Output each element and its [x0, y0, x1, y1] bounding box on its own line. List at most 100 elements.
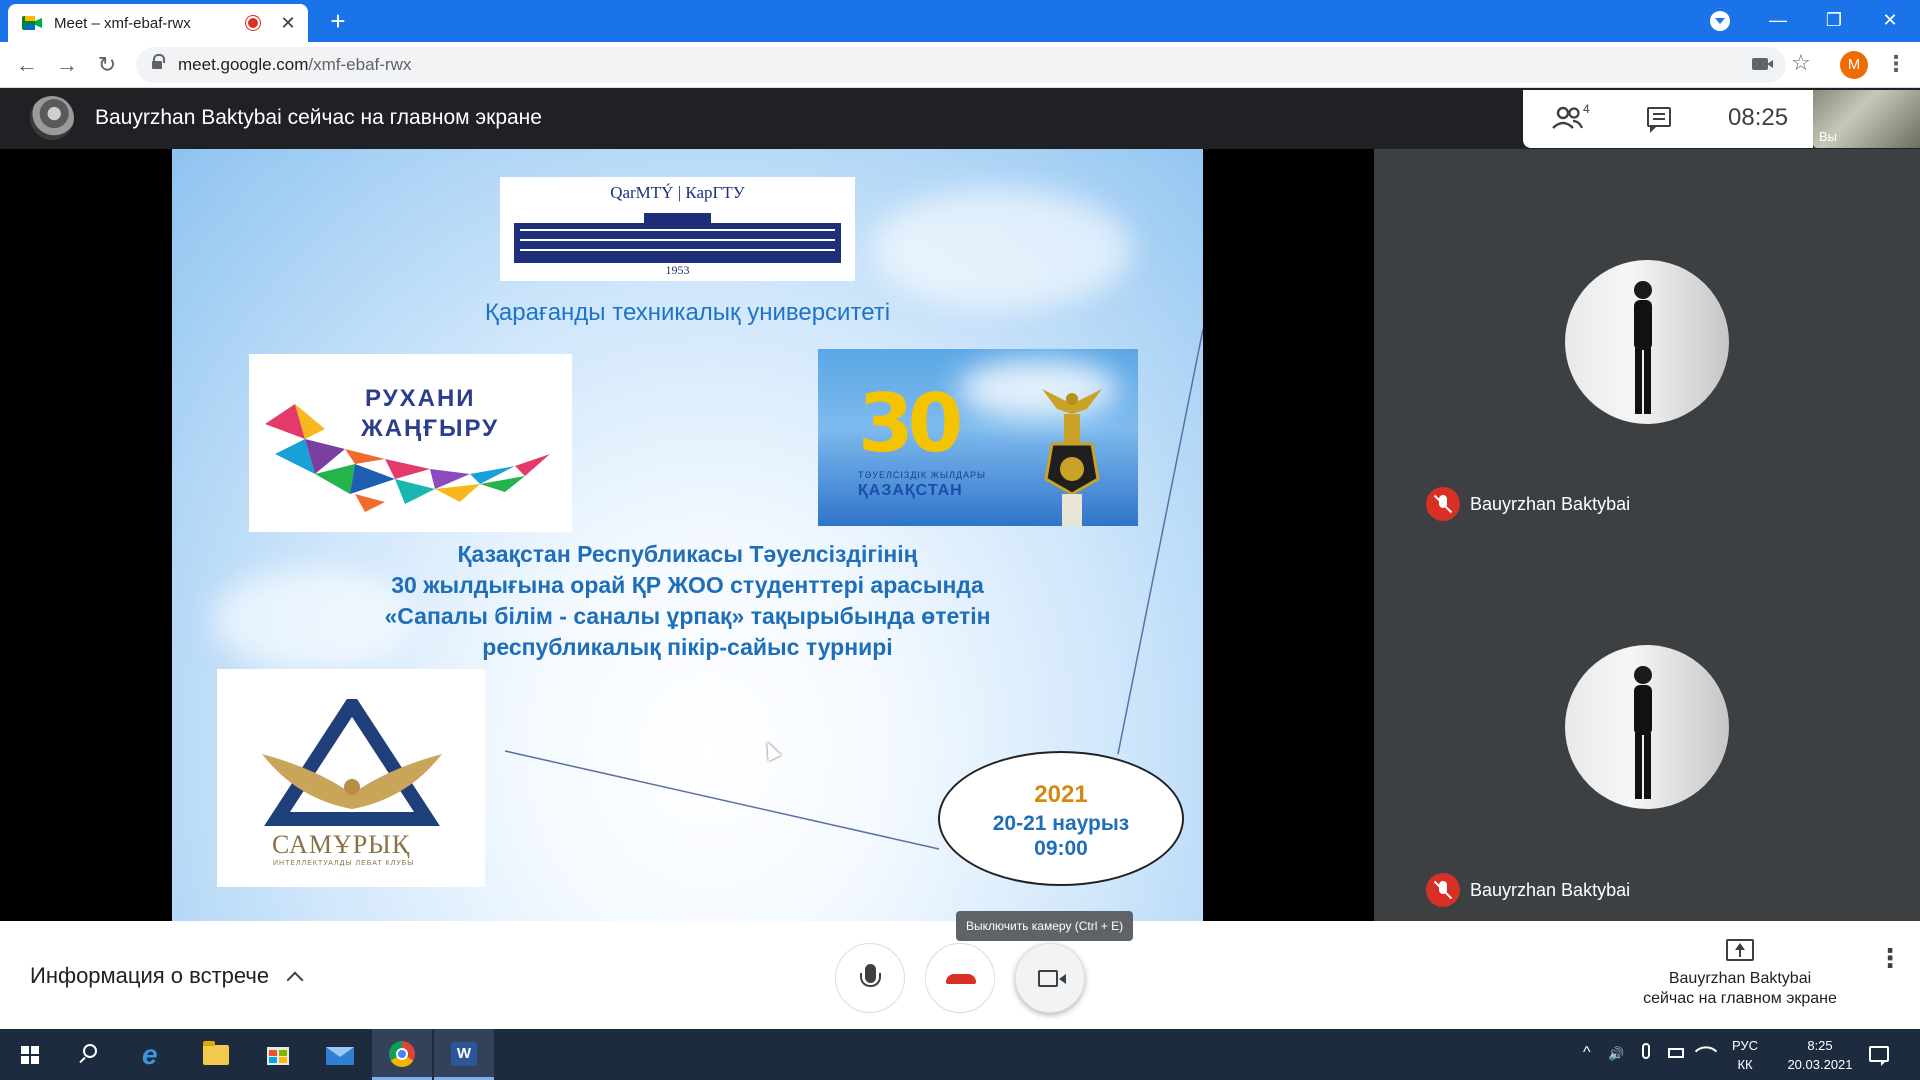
participant-tile[interactable]: Bauyrzhan Baktybai	[1374, 149, 1920, 535]
main-stage: QarMTÝ | КарГТУ 1953 Қарағанды техникалы…	[0, 149, 1374, 921]
taskbar-date: 20.03.2021	[1787, 1057, 1853, 1072]
microphone-button[interactable]	[835, 943, 905, 1013]
folder-icon	[203, 1041, 229, 1065]
rukhani-line-1: РУХАНИ	[365, 385, 476, 412]
bookmark-star-icon[interactable]: ☆	[1791, 50, 1811, 76]
meet-header: Bauyrzhan Baktybai сейчас на главном экр…	[0, 88, 1920, 149]
mic-off-icon	[1426, 487, 1460, 521]
restore-button[interactable]: ❐	[1806, 0, 1862, 42]
taskbar-clock[interactable]: 8:25 20.03.2021	[1775, 1036, 1865, 1074]
present-screen-icon	[1726, 939, 1754, 961]
taskbar-mail[interactable]	[310, 1029, 370, 1080]
event-line-3: «Сапалы білім - саналы ұрпақ» тақырыбынд…	[384, 603, 991, 629]
participant-name-row: Bauyrzhan Baktybai	[1426, 873, 1630, 907]
language-line-2: КК	[1737, 1057, 1753, 1072]
window-close-button[interactable]: ✕	[1862, 0, 1918, 42]
present-line-2: сейчас на главном экране	[1643, 990, 1837, 1007]
back-icon[interactable]: ←	[12, 50, 42, 80]
participant-name: Bauyrzhan Baktybai	[1470, 879, 1631, 900]
search-icon	[83, 1044, 97, 1058]
word-icon: W	[451, 1042, 477, 1066]
forward-icon[interactable]: →	[52, 50, 82, 80]
taskbar-file-explorer[interactable]	[186, 1029, 246, 1080]
store-bag-icon	[267, 1047, 289, 1065]
thirty-subtitle-1: ТӘУЕЛСІЗДІК ЖЫЛДАРЫ	[858, 470, 986, 480]
address-bar[interactable]: meet.google.com /xmf-ebaf-rwx	[136, 47, 1786, 83]
camera-permission-icon[interactable]	[1752, 58, 1773, 70]
header-controls: 4 08:25	[1523, 90, 1813, 148]
samuryk-club-logo: САМҰРЫҚ ИНТЕЛЛЕКТУАЛДЫ ЛЕБАТ КЛУБЫ	[217, 669, 485, 887]
close-tab-icon[interactable]: ✕	[278, 13, 298, 34]
presenter-avatar	[30, 96, 74, 140]
hang-up-icon	[946, 974, 976, 984]
university-logo-year: 1953	[665, 263, 690, 277]
rukhani-zhangyru-logo: РУХАНИ ЖАҢҒЫРУ	[249, 354, 572, 532]
notification-center-icon[interactable]	[1869, 1046, 1889, 1066]
mic-off-icon	[1426, 873, 1460, 907]
presenter-title: Bauyrzhan Baktybai сейчас на главном экр…	[95, 106, 542, 129]
participant-avatar	[1565, 260, 1729, 424]
taskbar-chrome[interactable]	[372, 1029, 432, 1080]
university-logo-text: QarMTÝ | КарГТУ	[610, 183, 745, 202]
language-line-1: РУС	[1732, 1038, 1759, 1053]
wifi-icon[interactable]	[1694, 1039, 1718, 1063]
self-view-label: Вы	[1819, 129, 1838, 144]
more-options-icon[interactable]: ⋮	[1877, 945, 1903, 971]
camera-button[interactable]	[1015, 943, 1085, 1013]
independence-30-logo: 30 ТӘУЕЛСІЗДІК ЖЫЛДАРЫ ҚАЗАҚСТАН	[818, 349, 1138, 526]
video-camera-icon	[1038, 970, 1066, 987]
rukhani-line-2: ЖАҢҒЫРУ	[361, 415, 500, 442]
meeting-info-label: Информация о встрече	[30, 963, 270, 988]
event-description: Қазақстан Республикасы Тәуелсіздігінің 3…	[172, 539, 1203, 663]
tray-overflow-icon[interactable]: ^	[1583, 1044, 1591, 1062]
microphone-tray-icon[interactable]	[1642, 1043, 1650, 1059]
self-view-thumbnail[interactable]: Вы	[1813, 90, 1920, 148]
battery-icon[interactable]	[1668, 1048, 1684, 1058]
event-date-badge: 2021 20-21 наурыз 09:00	[938, 751, 1184, 886]
browser-toolbar: ← → ↻ meet.google.com /xmf-ebaf-rwx ☆ M …	[0, 42, 1920, 88]
golden-eagle-monument-icon	[1042, 389, 1102, 526]
meeting-info-button[interactable]: Информация о встрече	[30, 963, 304, 989]
chrome-icon	[389, 1041, 415, 1067]
people-count: 4	[1583, 102, 1590, 116]
event-time: 09:00	[1034, 837, 1088, 860]
taskbar-store[interactable]	[248, 1029, 308, 1080]
browser-tab-meet[interactable]: Meet – xmf-ebaf-rwx ✕	[8, 4, 308, 42]
windows-taskbar: e W ^ 🔊 РУС КК 8:25 20.03.2021	[0, 1029, 1920, 1080]
participant-tile[interactable]: Bauyrzhan Baktybai	[1374, 535, 1920, 921]
taskbar-search-button[interactable]	[62, 1029, 122, 1080]
presentation-slide: QarMTÝ | КарГТУ 1953 Қарағанды техникалы…	[172, 149, 1203, 921]
university-logo: QarMTÝ | КарГТУ 1953	[500, 177, 855, 281]
participant-avatar	[1565, 645, 1729, 809]
edge-browser-icon: e	[142, 1039, 158, 1070]
new-tab-button[interactable]: +	[322, 6, 354, 38]
university-name: Қарағанды техникалық университеті	[484, 299, 891, 326]
recording-indicator-icon	[246, 16, 260, 30]
taskbar-edge[interactable]: e	[124, 1029, 184, 1080]
start-button[interactable]	[0, 1029, 60, 1080]
tab-search-icon[interactable]	[1710, 11, 1730, 31]
google-meet-icon	[22, 14, 42, 32]
event-year: 2021	[1034, 781, 1088, 808]
browser-menu-icon[interactable]: ⋮	[1885, 48, 1907, 80]
reload-icon[interactable]: ↻	[92, 50, 122, 80]
thirty-subtitle-2: ҚАЗАҚСТАН	[858, 482, 963, 499]
chevron-up-icon	[286, 971, 304, 989]
lock-icon[interactable]	[152, 54, 165, 71]
samuryk-eagle-triangle-icon	[262, 699, 442, 826]
microphone-icon	[860, 964, 881, 987]
input-language[interactable]: РУС КК	[1732, 1036, 1758, 1074]
volume-icon[interactable]: 🔊	[1608, 1046, 1624, 1062]
windows-start-icon	[21, 1046, 39, 1064]
present-line-1: Bauyrzhan Baktybai	[1668, 970, 1812, 987]
camera-tooltip: Выключить камеру (Ctrl + E)	[956, 911, 1134, 941]
person-silhouette-icon	[1634, 666, 1652, 799]
participant-name: Bauyrzhan Baktybai	[1470, 493, 1631, 514]
minimize-button[interactable]: —	[1750, 0, 1806, 42]
taskbar-word[interactable]: W	[434, 1029, 494, 1080]
event-line-4: республикалық пікір-сайыс турнирі	[482, 634, 893, 660]
chat-icon[interactable]	[1647, 107, 1671, 133]
profile-avatar[interactable]: M	[1840, 51, 1868, 79]
present-now-button[interactable]: Bauyrzhan Baktybai сейчас на главном экр…	[1620, 939, 1860, 1009]
leave-call-button[interactable]	[925, 943, 995, 1013]
